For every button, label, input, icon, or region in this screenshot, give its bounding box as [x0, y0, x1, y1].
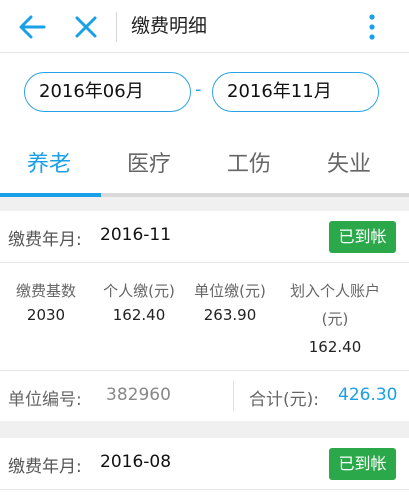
section-gap	[0, 197, 409, 211]
total-value: 426.30	[338, 385, 398, 405]
end-date-field[interactable]: 2016年11月	[212, 72, 379, 112]
unit-id-value: 382960	[106, 385, 171, 405]
status-badge: 已到帐	[329, 448, 396, 480]
tab-pension[interactable]: 养老	[27, 146, 71, 178]
total-label: 合计(元):	[249, 390, 319, 410]
record-card: 缴费年月: 2016-08 已到帐	[0, 438, 409, 504]
status-badge: 已到帐	[329, 221, 396, 253]
base-value: 2030	[26, 306, 66, 324]
month-value: 2016-08	[100, 452, 172, 472]
record-header: 缴费年月: 2016-11 已到帐	[0, 211, 409, 263]
unit-value: 263.90	[203, 306, 257, 324]
record-header: 缴费年月: 2016-08 已到帐	[0, 438, 409, 490]
tab-injury[interactable]: 工伤	[227, 146, 271, 178]
app-header: 缴费明细	[0, 0, 409, 53]
record-card: 缴费年月: 2016-11 已到帐 缴费基数 2030 个人缴(元) 162.4…	[0, 211, 409, 421]
month-label: 缴费年月:	[8, 457, 82, 477]
insurance-tabs: 养老 医疗 工伤 失业	[0, 130, 409, 196]
account-column: 划入个人账户 (元) 162.40	[285, 279, 385, 359]
page-title: 缴费明细	[131, 15, 208, 37]
more-vert-icon[interactable]	[362, 12, 382, 42]
personal-label: 个人缴(元)	[103, 282, 175, 300]
personal-value: 162.40	[112, 306, 166, 324]
date-range: 2016年06月 - 2016年11月	[0, 53, 409, 130]
section-gap	[0, 421, 409, 438]
range-separator: -	[195, 79, 202, 100]
close-icon[interactable]	[73, 14, 99, 40]
month-value: 2016-11	[100, 225, 172, 245]
base-column: 缴费基数 2030	[10, 279, 82, 327]
account-label-line2: (元)	[321, 310, 349, 328]
account-label-line1: 划入个人账户	[289, 282, 380, 300]
tab-medical[interactable]: 医疗	[127, 146, 171, 178]
unit-label: 单位缴(元)	[194, 282, 266, 300]
footer-divider	[233, 381, 234, 411]
record-footer: 单位编号: 382960 合计(元): 426.30	[0, 371, 409, 421]
account-value: 162.40	[308, 338, 362, 356]
tab-unemployment[interactable]: 失业	[327, 146, 371, 178]
back-arrow-icon[interactable]	[18, 14, 46, 40]
unit-column: 单位缴(元) 263.90	[190, 279, 270, 327]
month-label: 缴费年月:	[8, 230, 82, 250]
header-divider	[116, 12, 117, 42]
base-label: 缴费基数	[15, 282, 76, 300]
personal-column: 个人缴(元) 162.40	[100, 279, 178, 327]
unit-id-label: 单位编号:	[8, 390, 82, 410]
start-date-field[interactable]: 2016年06月	[24, 72, 191, 112]
record-columns: 缴费基数 2030 个人缴(元) 162.40 单位缴(元) 263.90 划入…	[0, 263, 409, 371]
